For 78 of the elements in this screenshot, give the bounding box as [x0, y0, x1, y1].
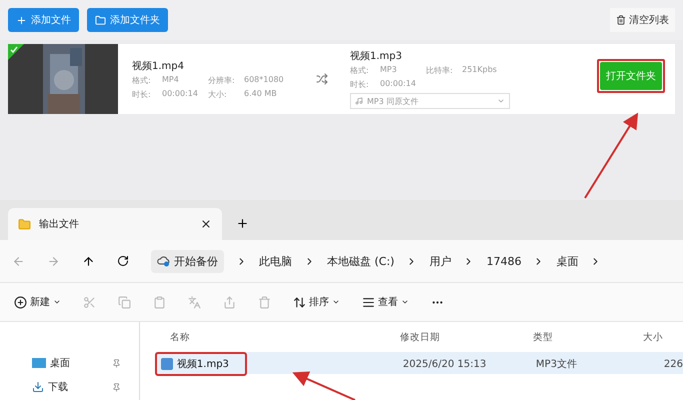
- cloud-icon: [157, 256, 170, 266]
- sort-button[interactable]: 排序: [293, 295, 340, 309]
- breadcrumb-item[interactable]: 此电脑: [259, 254, 292, 268]
- copy-button[interactable]: [118, 296, 131, 308]
- view-button[interactable]: 查看: [362, 295, 409, 309]
- new-button[interactable]: 新建: [14, 295, 61, 309]
- clear-list-button[interactable]: 清空列表: [610, 8, 675, 32]
- sidebar-item[interactable]: 下载: [0, 380, 139, 394]
- download-icon: [32, 381, 44, 393]
- add-file-button[interactable]: 添加文件: [8, 8, 79, 32]
- forward-icon[interactable]: [47, 254, 60, 268]
- desktop-icon: [32, 358, 46, 368]
- close-icon[interactable]: [200, 218, 212, 230]
- field-label: 分辨率:: [208, 74, 236, 86]
- file-name: 视频1.mp3: [160, 357, 229, 371]
- file-size: 226: [664, 358, 683, 370]
- back-icon[interactable]: [12, 254, 25, 268]
- field-label: 格式:: [132, 74, 152, 86]
- breadcrumb-item[interactable]: 本地磁盘 (C:): [327, 254, 394, 268]
- rename-button[interactable]: [188, 296, 201, 308]
- cut-icon: [83, 296, 96, 308]
- chevron-down-icon: [401, 298, 409, 306]
- new-icon: [14, 296, 27, 308]
- column-header[interactable]: 名称: [170, 330, 400, 344]
- field-value: MP3: [380, 65, 398, 76]
- source-file-name: 视频1.mp4: [132, 60, 185, 72]
- rename-icon: [188, 296, 201, 308]
- field-value: 00:00:14: [162, 88, 199, 100]
- share-button[interactable]: [223, 296, 236, 308]
- field-label: 格式:: [350, 65, 370, 76]
- column-header[interactable]: 类型: [532, 330, 643, 344]
- paste-icon: [153, 296, 166, 308]
- field-label: 大小:: [208, 88, 228, 100]
- cut-button[interactable]: [83, 296, 96, 308]
- field-label: 时长:: [132, 88, 152, 100]
- up-icon[interactable]: [82, 254, 95, 268]
- sort-icon: [293, 296, 306, 308]
- convert-icon: [316, 73, 328, 85]
- pin-icon[interactable]: [112, 382, 121, 392]
- music-icon: [355, 97, 363, 105]
- folder-icon: [18, 218, 31, 230]
- backup-button[interactable]: 开始备份: [151, 250, 224, 272]
- explorer-tab[interactable]: 输出文件: [8, 208, 222, 240]
- folder-icon: [95, 14, 106, 26]
- column-header[interactable]: 修改日期: [400, 330, 533, 344]
- sidebar-item[interactable]: 桌面: [0, 356, 139, 370]
- annotation-arrow: [292, 372, 356, 400]
- field-value: 6.40 MB: [244, 88, 278, 100]
- add-folder-button[interactable]: 添加文件夹: [87, 8, 168, 32]
- output-file-name: 视频1.mp3: [350, 50, 403, 63]
- field-value: MP4: [162, 74, 180, 86]
- modified-date: 2025/6/20 15:13: [402, 358, 488, 370]
- share-icon: [223, 296, 236, 308]
- breadcrumb-item[interactable]: 桌面: [556, 254, 578, 268]
- copy-icon: [118, 296, 131, 308]
- breadcrumb-item[interactable]: 17486: [486, 254, 522, 268]
- file-row[interactable]: 视频1.mp3 2025/6/20 15:13 MP3文件 226: [154, 352, 683, 374]
- chevron-down-icon: [53, 298, 61, 306]
- refresh-icon[interactable]: [117, 255, 129, 267]
- paste-button[interactable]: [153, 296, 166, 308]
- audio-file-icon: [160, 358, 173, 370]
- field-value: 608*1080: [244, 74, 285, 86]
- trash-icon: [616, 15, 626, 25]
- breadcrumb-item[interactable]: 用户: [429, 254, 452, 268]
- field-label: 比特率:: [426, 65, 454, 76]
- chevron-down-icon: [497, 97, 505, 105]
- delete-button[interactable]: [258, 296, 271, 308]
- field-label: 时长:: [350, 79, 370, 90]
- pin-icon[interactable]: [112, 358, 121, 368]
- view-icon: [362, 296, 375, 308]
- chevron-down-icon: [332, 298, 340, 306]
- file-type: MP3文件: [536, 358, 578, 371]
- plus-icon: [16, 14, 27, 26]
- delete-icon: [258, 296, 271, 308]
- field-value: 251Kpbs: [462, 65, 498, 76]
- field-value: 00:00:14: [380, 79, 417, 90]
- new-tab-icon[interactable]: [236, 217, 249, 230]
- column-header[interactable]: 大小: [642, 330, 683, 344]
